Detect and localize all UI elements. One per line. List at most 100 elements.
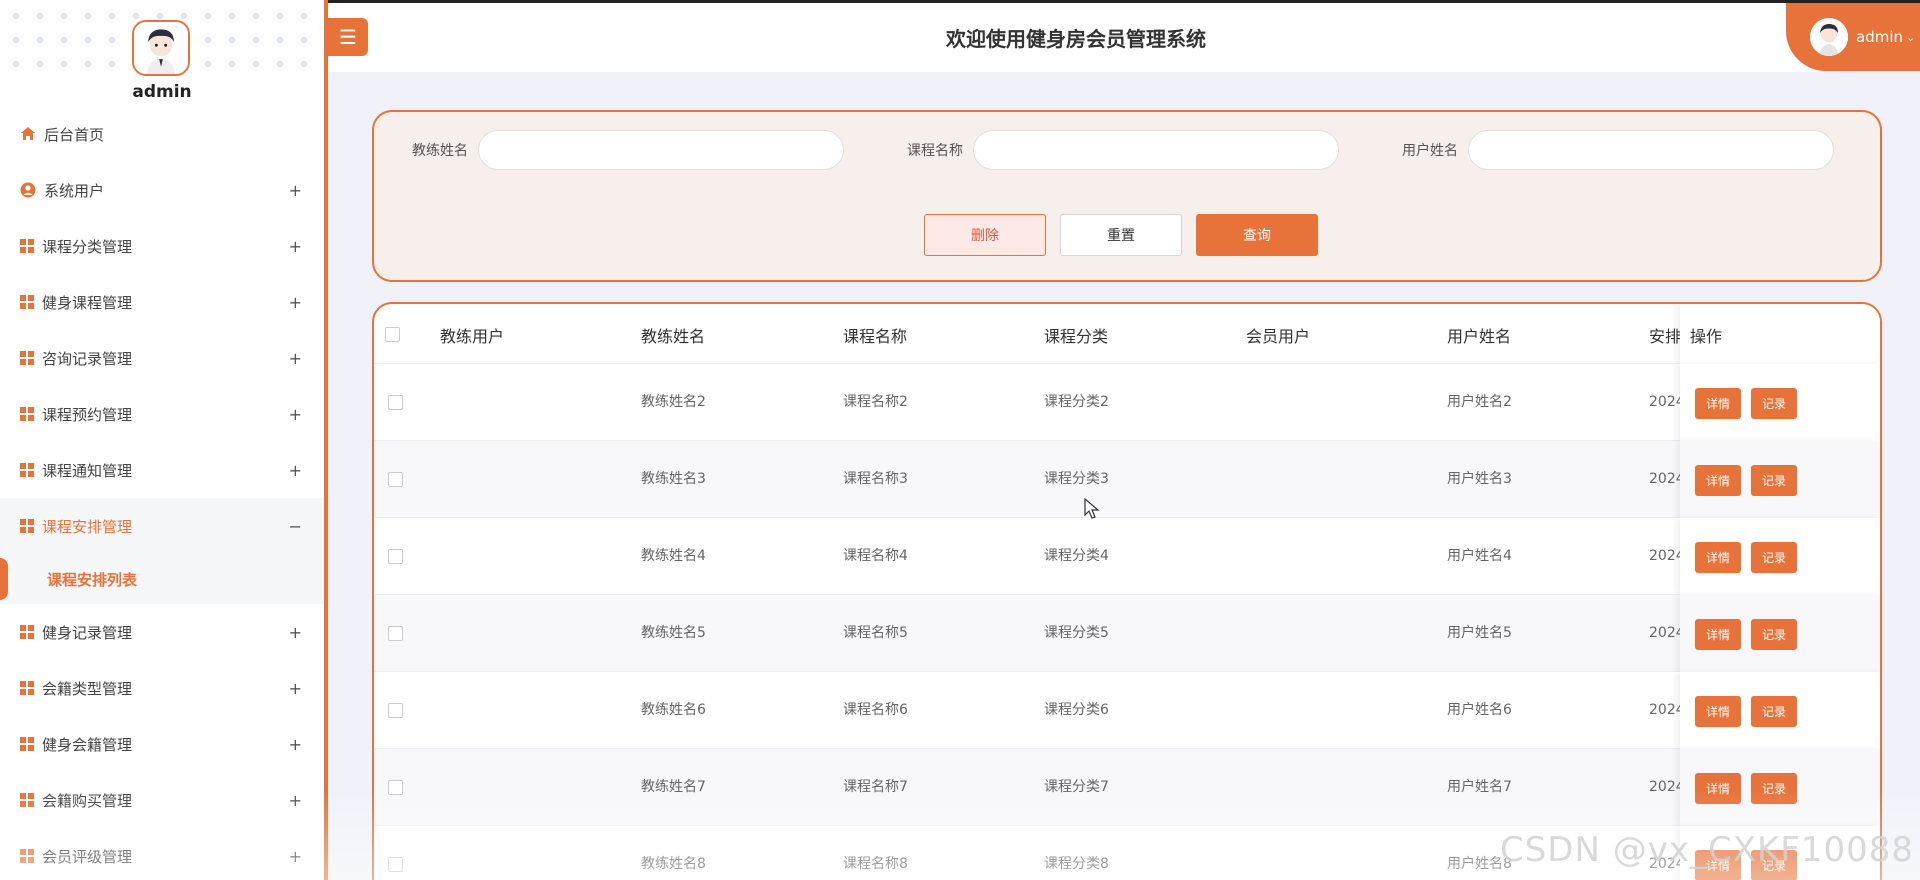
- course-name-input[interactable]: [973, 130, 1339, 170]
- sidebar-item-course-notice[interactable]: 课程通知管理 +: [0, 442, 324, 498]
- table-cell-coach-name: 教练姓名4: [641, 548, 706, 564]
- grid-icon: [20, 849, 34, 863]
- column-header-course-name[interactable]: 课程名称: [843, 304, 907, 364]
- expand-icon[interactable]: +: [289, 735, 302, 754]
- record-button[interactable]: 记录: [1751, 773, 1797, 804]
- column-header-schedule[interactable]: 安排: [1649, 304, 1681, 364]
- data-table: 教练用户 教练姓名 课程名称 课程分类 会员用户 用户姓名 安排 操作 教练姓名…: [372, 302, 1882, 880]
- detail-button[interactable]: 详情: [1695, 696, 1741, 727]
- column-header-member-user[interactable]: 会员用户: [1246, 304, 1310, 364]
- sidebar-item-course-schedule[interactable]: 课程安排管理 −: [0, 498, 324, 554]
- coach-name-label: 教练姓名: [412, 143, 468, 159]
- table-cell-coach-name: 教练姓名7: [641, 779, 706, 795]
- sidebar-item-member-rating[interactable]: 会员评级管理 +: [0, 828, 324, 880]
- query-button[interactable]: 查询: [1196, 214, 1318, 256]
- expand-icon[interactable]: +: [289, 349, 302, 368]
- reset-button[interactable]: 重置: [1060, 214, 1182, 256]
- sidebar-item-label: 会籍类型管理: [42, 679, 133, 698]
- mouse-cursor-icon: [1084, 498, 1100, 519]
- sidebar-item-membership-type[interactable]: 会籍类型管理 +: [0, 660, 324, 716]
- grid-icon: [20, 295, 34, 309]
- detail-button[interactable]: 详情: [1695, 619, 1741, 650]
- grid-icon: [20, 239, 34, 253]
- detail-button[interactable]: 详情: [1695, 465, 1741, 496]
- coach-name-input[interactable]: [478, 130, 844, 170]
- table-row: 教练姓名6 课程名称6 课程分类6 用户姓名6 2024 详情 记录: [374, 672, 1880, 749]
- expand-icon[interactable]: +: [289, 847, 302, 866]
- table-cell-user-name: 用户姓名8: [1447, 856, 1512, 872]
- table-cell-coach-name: 教练姓名6: [641, 702, 706, 718]
- column-header-course-category[interactable]: 课程分类: [1044, 304, 1108, 364]
- table-cell-category: 课程分类6: [1044, 702, 1109, 718]
- delete-button[interactable]: 删除: [924, 214, 1046, 256]
- row-checkbox[interactable]: [388, 472, 403, 487]
- table-cell-user-name: 用户姓名2: [1447, 394, 1512, 410]
- row-actions: 详情 记录: [1680, 749, 1880, 826]
- row-actions: 详情 记录: [1680, 518, 1880, 595]
- top-header: ☰ 欢迎使用健身房会员管理系统 admin ⌄: [328, 0, 1920, 72]
- row-checkbox[interactable]: [388, 395, 403, 410]
- column-header-coach-name[interactable]: 教练姓名: [641, 304, 705, 364]
- avatar[interactable]: [132, 20, 190, 76]
- row-checkbox[interactable]: [388, 703, 403, 718]
- row-actions: 详情 记录: [1680, 364, 1880, 441]
- expand-icon[interactable]: +: [289, 623, 302, 642]
- sidebar-subitem-schedule-list[interactable]: 课程安排列表: [0, 554, 324, 604]
- expand-icon[interactable]: +: [289, 181, 302, 200]
- row-checkbox[interactable]: [388, 857, 403, 872]
- row-checkbox[interactable]: [388, 626, 403, 641]
- user-name-field: 用户姓名: [1402, 130, 1834, 170]
- sidebar-item-label: 会籍购买管理: [42, 791, 133, 810]
- column-header-coach-user[interactable]: 教练用户: [440, 304, 504, 364]
- collapse-icon[interactable]: −: [289, 517, 302, 536]
- expand-icon[interactable]: +: [289, 679, 302, 698]
- user-name-input[interactable]: [1468, 130, 1834, 170]
- sidebar-item-label: 咨询记录管理: [42, 349, 133, 368]
- sidebar-item-home[interactable]: 后台首页: [0, 106, 324, 162]
- expand-icon[interactable]: +: [289, 461, 302, 480]
- row-checkbox[interactable]: [388, 549, 403, 564]
- record-button[interactable]: 记录: [1751, 388, 1797, 419]
- expand-icon[interactable]: +: [289, 405, 302, 424]
- table-cell-category: 课程分类2: [1044, 394, 1109, 410]
- expand-icon[interactable]: +: [289, 791, 302, 810]
- sidebar-item-consult-record[interactable]: 咨询记录管理 +: [0, 330, 324, 386]
- sidebar-item-course-booking[interactable]: 课程预约管理 +: [0, 386, 324, 442]
- table-cell-category: 课程分类4: [1044, 548, 1109, 564]
- course-name-field: 课程名称: [907, 130, 1339, 170]
- column-header-user-name[interactable]: 用户姓名: [1447, 304, 1511, 364]
- sidebar-menu: 后台首页 系统用户 + 课程分类管理 + 健身课程管理 + 咨询记录管理 + 课…: [0, 106, 324, 880]
- detail-button[interactable]: 详情: [1695, 542, 1741, 573]
- record-button[interactable]: 记录: [1751, 619, 1797, 650]
- detail-button[interactable]: 详情: [1695, 388, 1741, 419]
- grid-icon: [20, 463, 34, 477]
- expand-icon[interactable]: +: [289, 293, 302, 312]
- search-panel: 教练姓名 课程名称 用户姓名 删除 重置 查询: [372, 110, 1882, 282]
- sidebar-item-fitness-record[interactable]: 健身记录管理 +: [0, 604, 324, 660]
- record-button[interactable]: 记录: [1751, 696, 1797, 727]
- table-row: 教练姓名8 课程名称8 课程分类8 用户姓名8 2024 详情 记录: [374, 826, 1880, 880]
- chevron-down-icon: ⌄: [1906, 30, 1916, 44]
- profile-name: admin: [0, 82, 324, 102]
- profile-area: admin: [0, 0, 324, 106]
- record-button[interactable]: 记录: [1751, 850, 1797, 880]
- sidebar-item-fitness-course[interactable]: 健身课程管理 +: [0, 274, 324, 330]
- table-row: 教练姓名7 课程名称7 课程分类7 用户姓名7 2024 详情 记录: [374, 749, 1880, 826]
- table-cell-user-name: 用户姓名3: [1447, 471, 1512, 487]
- grid-icon: [20, 681, 34, 695]
- sidebar-item-membership[interactable]: 健身会籍管理 +: [0, 716, 324, 772]
- sidebar-item-system-users[interactable]: 系统用户 +: [0, 162, 324, 218]
- expand-icon[interactable]: +: [289, 237, 302, 256]
- detail-button[interactable]: 详情: [1695, 850, 1741, 880]
- sidebar-item-course-category[interactable]: 课程分类管理 +: [0, 218, 324, 274]
- sidebar-item-membership-purchase[interactable]: 会籍购买管理 +: [0, 772, 324, 828]
- record-button[interactable]: 记录: [1751, 465, 1797, 496]
- user-menu[interactable]: admin ⌄: [1786, 3, 1920, 71]
- row-checkbox[interactable]: [388, 780, 403, 795]
- select-all-checkbox[interactable]: [385, 327, 400, 342]
- table-row: 教练姓名3 课程名称3 课程分类3 用户姓名3 2024 详情 记录: [374, 441, 1880, 518]
- record-button[interactable]: 记录: [1751, 542, 1797, 573]
- sidebar-item-label: 课程通知管理: [42, 461, 133, 480]
- grid-icon: [20, 407, 34, 421]
- detail-button[interactable]: 详情: [1695, 773, 1741, 804]
